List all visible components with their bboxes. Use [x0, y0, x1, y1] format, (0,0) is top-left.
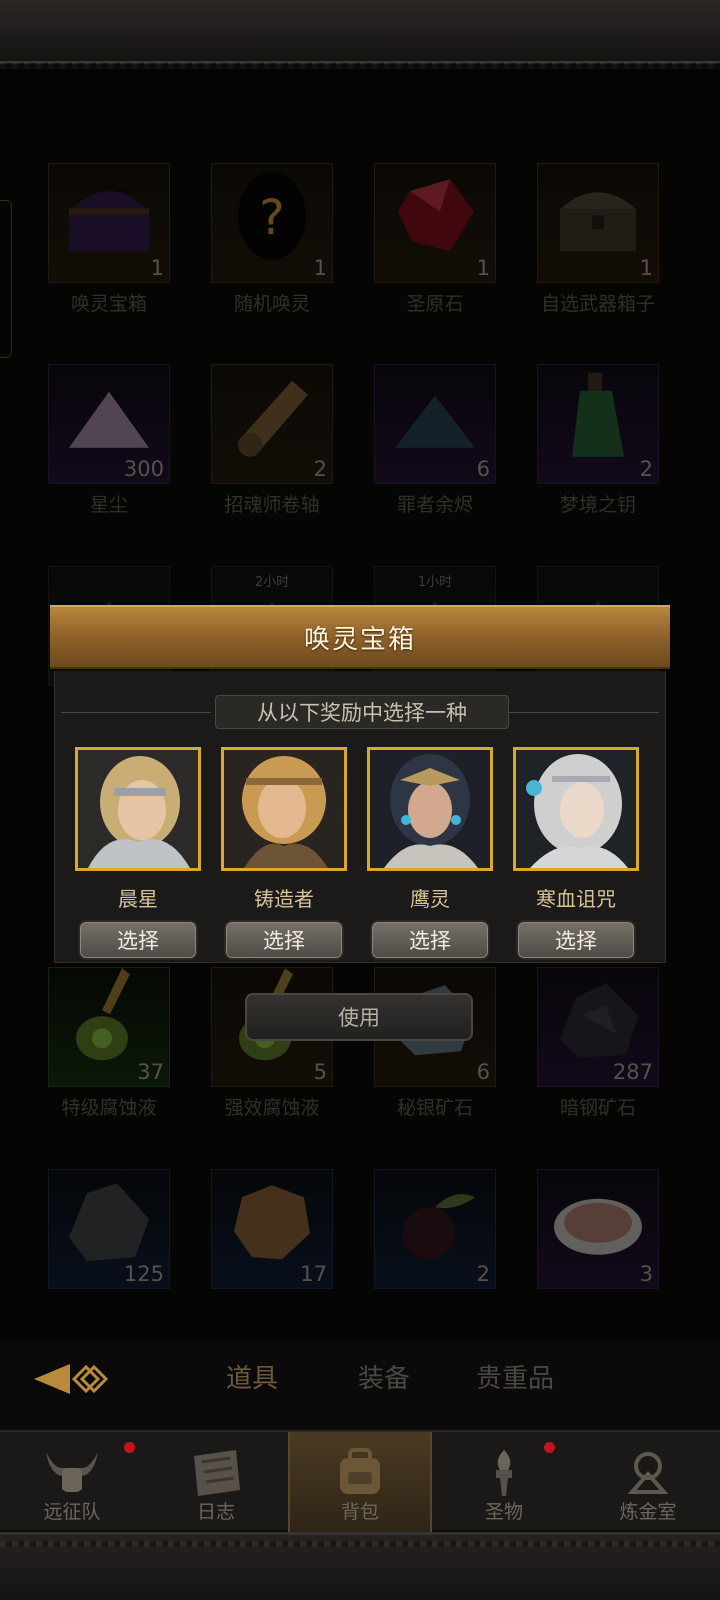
divider-right	[509, 712, 659, 713]
select-button[interactable]: 选择	[516, 920, 636, 960]
nav-label: 远征队	[43, 1501, 101, 1523]
nav-label: 圣物	[484, 1501, 523, 1523]
choice-name: 鹰灵	[410, 887, 450, 911]
nav-label: 炼金室	[619, 1501, 677, 1523]
dialog-title: 唤灵宝箱	[303, 624, 416, 655]
tab-equipment[interactable]: 装备	[358, 1358, 410, 1395]
nav-label: 日志	[196, 1501, 235, 1523]
choice-name: 寒血诅咒	[536, 887, 616, 911]
tab-valuables[interactable]: 贵重品	[476, 1358, 554, 1395]
choice-name: 铸造者	[254, 887, 314, 911]
nav-alchemy[interactable]: 炼金室	[576, 1432, 720, 1532]
reward-choice: 铸造者 选择	[221, 747, 347, 960]
reward-choice-dialog: 唤灵宝箱 从以下奖励中选择一种 晨星 选择 铸造者 选择 鹰灵 选择 寒血诅咒 …	[50, 605, 670, 965]
dialog-subtitle: 从以下奖励中选择一种	[215, 695, 509, 729]
backpack-icon	[330, 1446, 390, 1502]
notification-dot	[124, 1442, 135, 1453]
reward-choice: 鹰灵 选择	[367, 747, 493, 960]
dialog-header: 唤灵宝箱	[50, 605, 670, 669]
blonde-warrior-portrait[interactable]	[75, 747, 201, 871]
dark-haired-huntress-portrait[interactable]	[367, 747, 493, 871]
dialog-body: 从以下奖励中选择一种 晨星 选择 铸造者 选择 鹰灵 选择 寒血诅咒 选择	[54, 671, 666, 963]
notification-dot	[544, 1442, 555, 1453]
divider-left	[61, 712, 211, 713]
alchemy-icon	[618, 1446, 678, 1502]
map-scroll-icon	[186, 1446, 246, 1502]
inventory-tabs: 道具 装备 贵重品	[0, 1342, 720, 1416]
nav-backpack[interactable]: 背包	[288, 1432, 432, 1532]
horned-helmet-icon	[40, 1446, 104, 1502]
back-arrow-icon[interactable]	[30, 1358, 118, 1400]
nav-relics[interactable]: 圣物	[432, 1432, 576, 1532]
tab-items[interactable]: 道具	[226, 1358, 278, 1395]
reward-choice: 晨星 选择	[75, 747, 201, 960]
subtitle-row: 从以下奖励中选择一种	[55, 695, 665, 729]
torch-relic-icon	[474, 1446, 534, 1502]
white-haired-sorceress-portrait[interactable]	[513, 747, 639, 871]
nav-journal[interactable]: 日志	[144, 1432, 288, 1532]
reward-choice: 寒血诅咒 选择	[513, 747, 639, 960]
braided-smith-portrait[interactable]	[221, 747, 347, 871]
bottom-navigation: 远征队 日志 背包 圣物 炼金室	[0, 1430, 720, 1532]
nav-expedition[interactable]: 远征队	[0, 1432, 144, 1532]
select-button[interactable]: 选择	[224, 920, 344, 960]
select-button[interactable]: 选择	[370, 920, 490, 960]
choice-name: 晨星	[118, 887, 158, 911]
select-button[interactable]: 选择	[78, 920, 198, 960]
bottom-frame	[0, 1532, 720, 1600]
use-button[interactable]: 使用	[245, 993, 473, 1041]
nav-label: 背包	[340, 1501, 379, 1523]
